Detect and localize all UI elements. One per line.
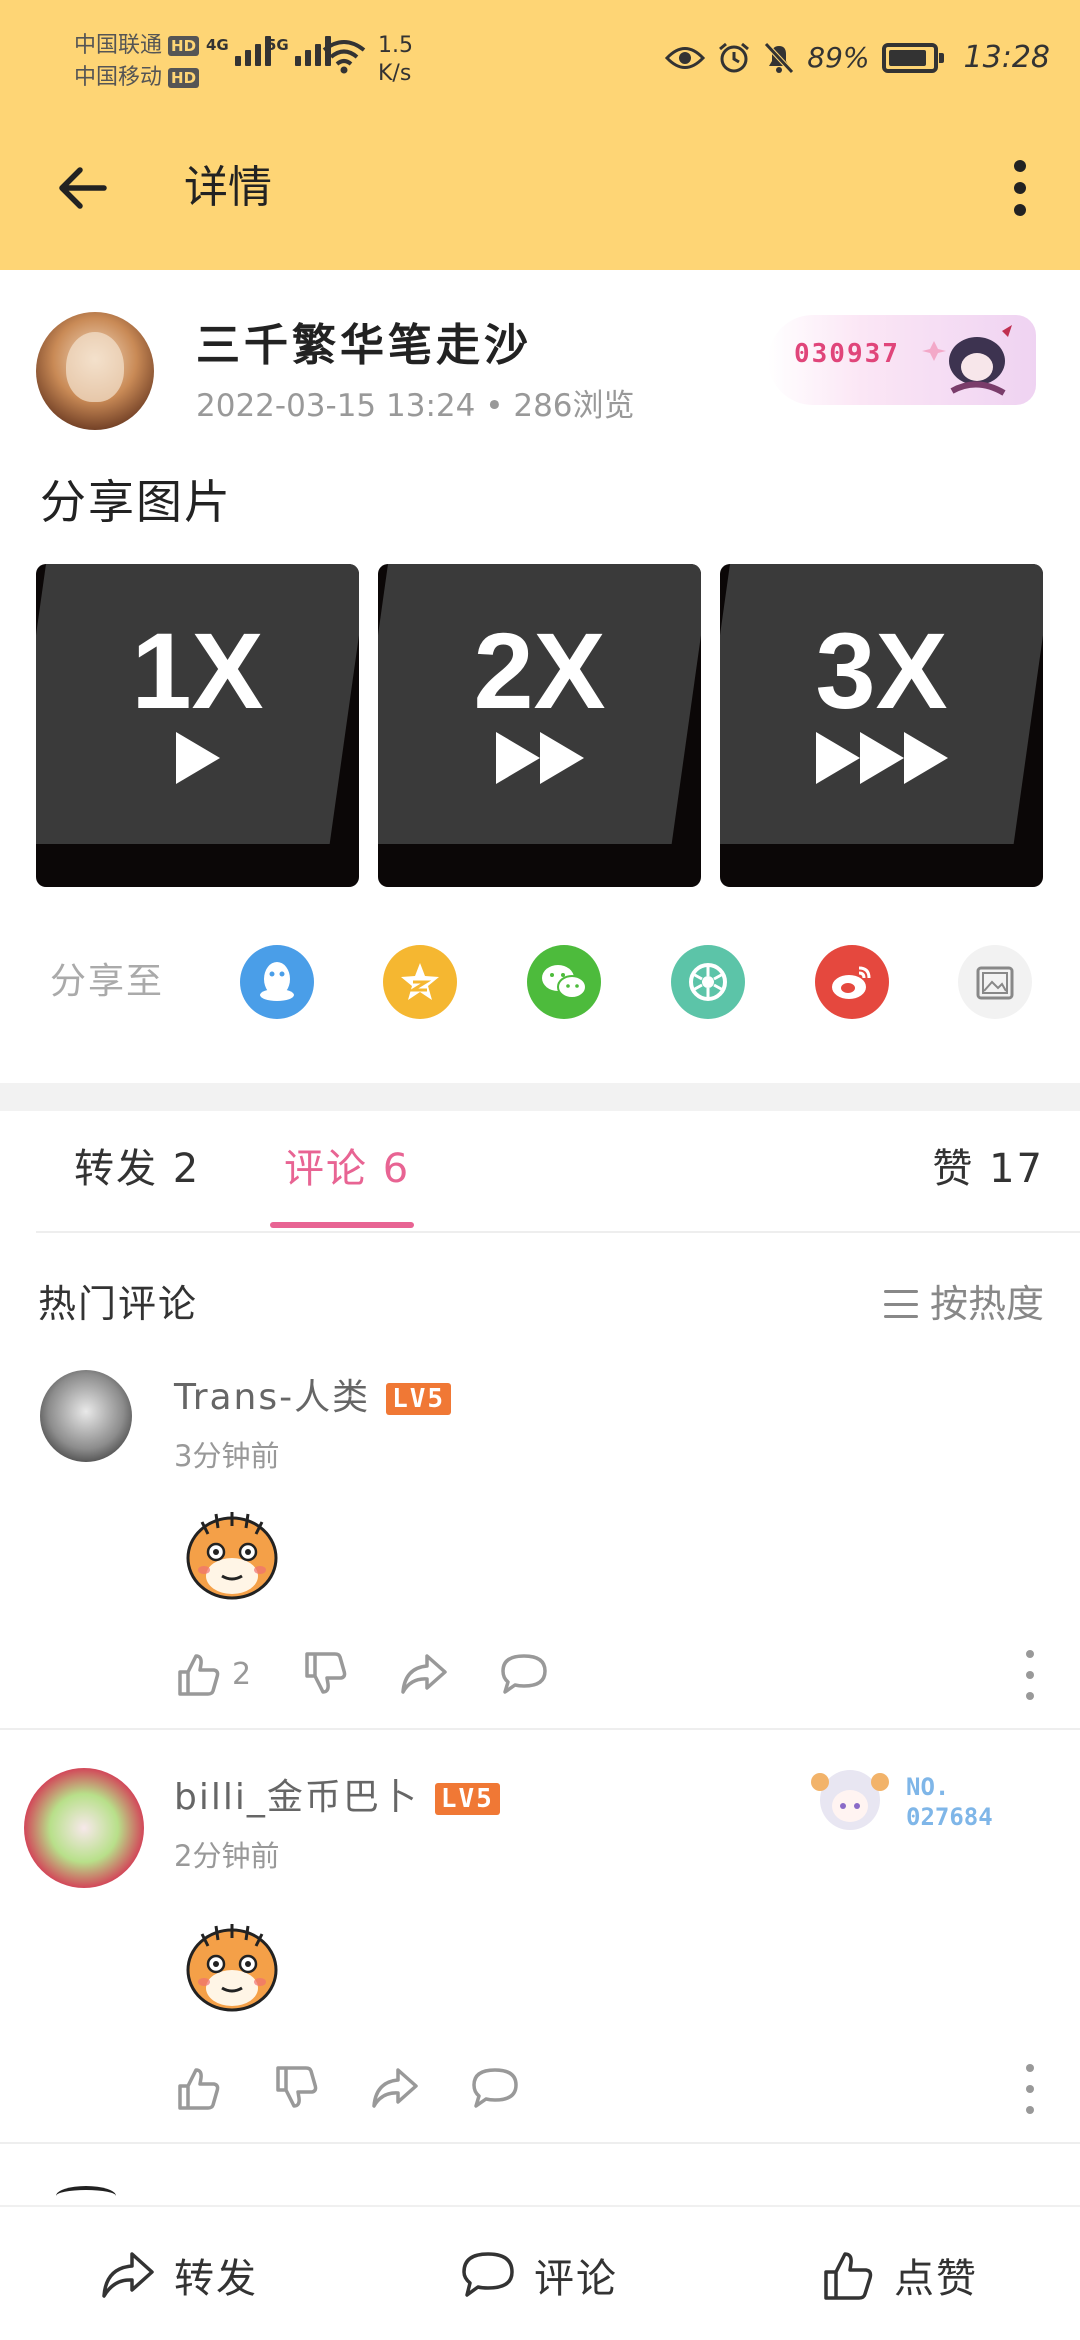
hd-badge: HD [168,68,200,88]
back-arrow-icon[interactable] [54,158,114,218]
like-post-button[interactable]: 点赞 [820,2207,978,2340]
thumbs-down-icon [276,2066,318,2108]
author-avatar[interactable] [36,312,154,430]
bottom-action-bar: 转发 评论 点赞 [0,2205,1080,2340]
share-arrow-icon [401,1654,447,1694]
reply-button[interactable] [499,1652,549,1696]
mute-bell-icon [764,41,795,74]
like-button[interactable] [174,2064,222,2112]
carrier-2: 中国移动 [74,65,163,90]
hot-comments-title: 热门评论 [38,1282,199,1326]
network-speed: 1.5 K/s [378,33,413,86]
sort-button[interactable]: 按热度 [883,1276,1044,1332]
badge-character-image [922,325,1012,396]
commenter-avatar[interactable] [24,1768,144,1888]
comment-time: 2分钟前 [174,1839,280,1873]
comment-separator [0,2142,1080,2144]
fan-number: NO. 027684 [906,1773,993,1831]
battery-percent: 89% [807,41,870,74]
author-name[interactable]: 三千繁华笔走沙 [196,318,532,374]
like-count: 2 [232,1656,252,1692]
dislike-button[interactable] [272,2064,320,2112]
tiger-sticker-icon [186,1512,278,1600]
hd-badge: HD [168,36,200,56]
comment-more-icon[interactable] [1022,1650,1038,1700]
qzone-icon[interactable] [383,945,457,1019]
reply-button[interactable] [470,2066,520,2110]
tab-comments[interactable]: 评论 6 [284,1140,410,1198]
tiger-sticker-icon [186,1924,278,2012]
fast-forward-icon [378,732,701,784]
status-bar: 中国联通 HD 中国移动 HD 4G 5G 1.5 K/s 89% 13:28 [0,0,1080,120]
fan-badge-card[interactable]: 030937 [768,315,1036,405]
speech-bubble-icon [472,2068,518,2108]
qq-icon[interactable] [240,945,314,1019]
share-comment-button[interactable] [370,2066,420,2110]
clock: 13:28 [963,40,1050,75]
wechat-icon[interactable] [527,945,601,1019]
page-title: 详情 [184,162,272,213]
eye-icon [665,46,706,69]
wifi-icon [322,40,366,74]
carrier-1: 中国联通 [74,33,163,58]
fan-number-badge[interactable]: NO. 027684 [800,1752,1020,1852]
post-text: 分享图片 [40,475,232,529]
speech-bubble-icon [501,1654,547,1694]
post-image-2[interactable]: 2X [378,564,701,887]
weibo-icon[interactable] [815,945,889,1019]
share-comment-button[interactable] [399,1652,449,1696]
fast-forward-icon [720,732,1043,784]
share-arrow-icon [102,2251,154,2298]
post-image-1[interactable]: 1X [36,564,359,887]
tab-likes[interactable]: 赞 17 [932,1140,1044,1198]
thumbs-down-icon [305,1652,347,1694]
comment-more-icon[interactable] [1022,2064,1038,2114]
alarm-icon [719,42,750,72]
play-arrow-icon [36,732,359,784]
fan-badge-number: 030937 [794,339,900,369]
save-image-icon[interactable] [958,945,1032,1019]
badge-character-image [811,1770,889,1830]
share-arrow-icon [372,2068,418,2108]
thumbs-up-icon [178,1654,220,1696]
app-header: 中国联通 HD 中国移动 HD 4G 5G 1.5 K/s 89% 13:28 … [0,0,1080,270]
comment-separator [0,1728,1080,1730]
commenter-name[interactable]: Trans-人类 LV5 [174,1374,452,1422]
thumbs-up-icon [824,2251,873,2300]
battery-icon [881,42,944,73]
comment-time: 3分钟前 [174,1439,280,1473]
tab-active-indicator [270,1222,414,1228]
dislike-button[interactable] [301,1650,349,1698]
thumbs-up-icon [178,2068,220,2110]
post-meta: 2022-03-15 13:24 • 286浏览 [196,388,635,424]
level-badge: LV5 [386,1383,452,1415]
tab-forwards[interactable]: 转发 2 [74,1140,200,1198]
share-label: 分享至 [50,961,165,1002]
commenter-avatar[interactable] [40,1370,132,1462]
speech-bubble-icon [462,2251,514,2297]
section-divider [0,1083,1080,1111]
signal-icon: 4G [206,36,271,66]
forward-button[interactable]: 转发 [100,2207,258,2340]
commenter-name[interactable]: billi_金币巴卜 LV5 [174,1774,500,1822]
level-badge: LV5 [434,1783,500,1815]
moments-icon[interactable] [671,945,745,1019]
tab-divider [36,1231,1080,1233]
like-button[interactable]: 2 [174,1650,251,1698]
comment-button[interactable]: 评论 [460,2207,618,2340]
menu-lines-icon [883,1290,918,1318]
more-options-button[interactable] [990,150,1050,226]
post-image-3[interactable]: 3X [720,564,1043,887]
next-comment-avatar-peek [56,2186,116,2206]
